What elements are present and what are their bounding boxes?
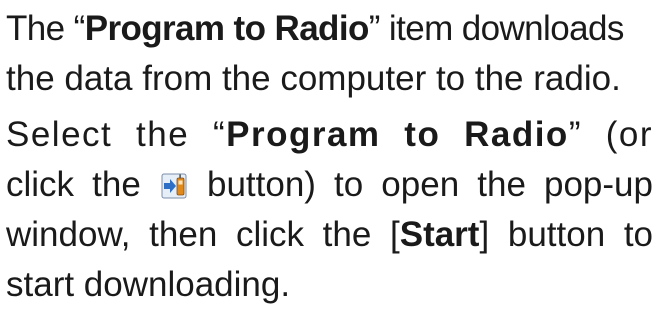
instruction-text-f: ] button to (479, 215, 653, 254)
intro-line-1: The “Program to Radio” item downloads (6, 4, 653, 54)
instruction-line-1: Select the “Program to Radio” (or (6, 110, 653, 160)
intro-paragraph: The “Program to Radio” item downloads th… (6, 4, 653, 104)
instruction-paragraph: Select the “Program to Radio” (or click … (6, 110, 653, 310)
instruction-text-d: button) to open the pop-up (206, 165, 653, 204)
intro-text-b: ” item downloads (368, 9, 625, 48)
start-term: Start (399, 215, 480, 254)
program-to-radio-term: Program to Radio (84, 9, 370, 48)
intro-line-2: the data from the computer to the radio. (6, 59, 621, 98)
instruction-text-a: Select the “ (6, 115, 227, 154)
intro-text-a: The “ (6, 9, 85, 48)
instruction-text-b: ” (or (568, 115, 653, 154)
program-to-radio-icon[interactable] (161, 173, 187, 199)
instruction-line-3: window, then click the [Start] button to (6, 210, 653, 260)
instruction-line-2: click the button) to open the pop-up (6, 160, 653, 210)
instruction-line-4: start downloading. (6, 265, 291, 304)
instruction-text-c: click the (6, 165, 141, 204)
program-to-radio-term-2: Program to Radio (226, 115, 569, 154)
instruction-text-e: window, then click the [ (6, 215, 400, 254)
